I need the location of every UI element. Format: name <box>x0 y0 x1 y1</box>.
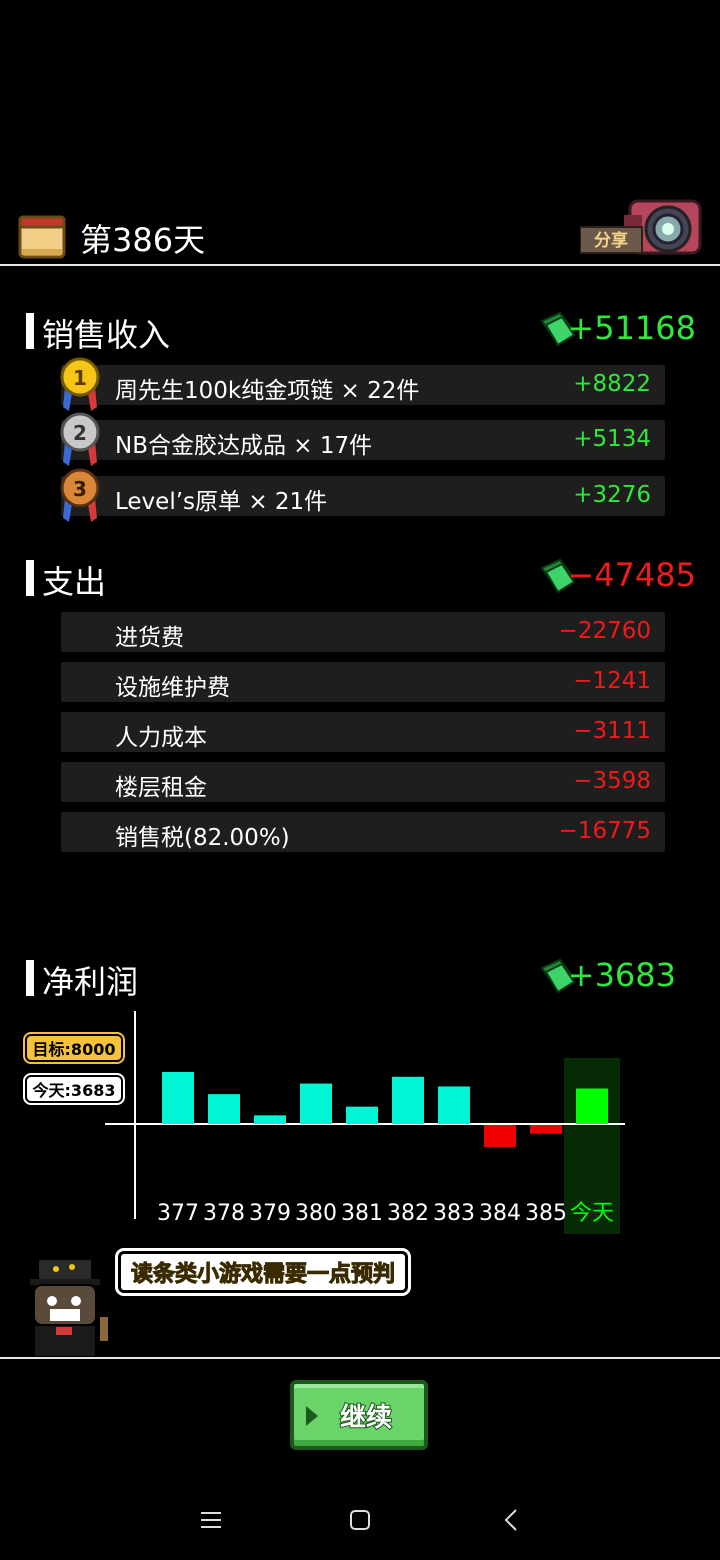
sales-total: +51168 <box>567 309 696 347</box>
calendar-icon <box>18 215 66 259</box>
sales-section-header: 销售收入 +51168 <box>26 309 696 354</box>
sales-row-3: 3 Level’s原单 × 21件 +3276 <box>60 468 665 522</box>
expense-label: 楼层租金 <box>115 775 207 801</box>
x-tick-label: 382 <box>387 1201 429 1226</box>
footer-divider <box>0 1357 720 1359</box>
chart-bar <box>346 1106 378 1124</box>
profit-chart: 目标:8000 今天:3683 377 378 379 380 381 382 383 384… <box>0 1005 720 1245</box>
expense-label: 设施维护费 <box>115 675 230 701</box>
mascot-cat-icon <box>30 1258 108 1358</box>
profit-chart-svg: 377 378 379 380 381 382 383 384 385 今天 <box>105 1011 625 1234</box>
chart-bar <box>254 1115 286 1124</box>
expense-row: 销售税(82.00%) −16775 <box>61 812 665 852</box>
expenses-total: −47485 <box>567 556 696 594</box>
sales-item-value: +3276 <box>573 482 651 508</box>
home-icon[interactable] <box>340 1500 380 1540</box>
expense-row: 设施维护费 −1241 <box>61 662 665 702</box>
expenses-title: 支出 <box>42 563 107 601</box>
sales-row-2: 2 NB合金胶达成品 × 17件 +5134 <box>60 412 665 466</box>
chart-bar <box>162 1072 194 1124</box>
chart-bar <box>208 1094 240 1124</box>
header-divider <box>0 264 720 266</box>
sales-item-value: +5134 <box>573 426 651 452</box>
day-header: 第386天 分享 <box>0 199 720 267</box>
chart-bar <box>576 1088 608 1124</box>
x-tick-label: 381 <box>341 1201 383 1226</box>
section-marker <box>26 313 34 349</box>
chart-bar <box>392 1076 424 1124</box>
sales-item-label: NB合金胶达成品 × 17件 <box>115 433 373 459</box>
sales-item-value: +8822 <box>573 371 651 397</box>
expense-label: 销售税(82.00%) <box>115 825 290 851</box>
sales-title: 销售收入 <box>42 316 171 354</box>
expenses-section-header: 支出 −47485 <box>26 556 696 601</box>
sales-item-label: 周先生100k纯金项链 × 22件 <box>115 378 420 404</box>
tip-text: 读条类小游戏需要一点预判 <box>130 1262 396 1288</box>
menu-icon[interactable] <box>191 1500 231 1540</box>
day-title: 第386天 <box>80 221 206 259</box>
expense-value: −3111 <box>573 718 651 744</box>
svg-text:3: 3 <box>73 477 87 501</box>
expense-value: −3598 <box>573 768 651 794</box>
chart-bar <box>530 1125 562 1134</box>
expense-row: 楼层租金 −3598 <box>61 762 665 802</box>
sales-item-label: Level’s原单 × 21件 <box>115 489 328 515</box>
continue-button[interactable]: 继续 <box>290 1380 428 1450</box>
x-tick-label: 379 <box>249 1201 291 1226</box>
tip-bubble: 读条类小游戏需要一点预判 <box>114 1248 412 1296</box>
chart-bar <box>438 1086 470 1124</box>
x-tick-label: 378 <box>203 1201 245 1226</box>
expense-value: −1241 <box>573 668 651 694</box>
bronze-medal-icon: 3 <box>60 468 100 522</box>
profit-title: 净利润 <box>42 963 139 1001</box>
expense-row: 进货费 −22760 <box>61 612 665 652</box>
expense-row: 人力成本 −3111 <box>61 712 665 752</box>
system-nav-bar <box>0 1480 720 1560</box>
profit-total: +3683 <box>567 956 676 994</box>
silver-medal-icon: 2 <box>60 412 100 466</box>
x-tick-label: 377 <box>157 1201 199 1226</box>
x-tick-label: 380 <box>295 1201 337 1226</box>
profit-section-header: 净利润 +3683 <box>26 956 696 1001</box>
play-arrow-icon <box>306 1406 318 1426</box>
gold-medal-icon: 1 <box>60 357 100 411</box>
chart-bar <box>484 1125 516 1148</box>
expense-label: 人力成本 <box>115 725 207 751</box>
share-label: 分享 <box>594 230 628 251</box>
expense-value: −22760 <box>558 618 651 644</box>
continue-label: 继续 <box>339 1402 393 1434</box>
x-tick-label: 383 <box>433 1201 475 1226</box>
x-tick-label: 今天 <box>570 1201 614 1226</box>
expense-label: 进货费 <box>115 625 184 651</box>
x-tick-label: 384 <box>479 1201 521 1226</box>
sales-row-1: 1 周先生100k纯金项链 × 22件 +8822 <box>60 357 665 411</box>
expense-value: −16775 <box>558 818 651 844</box>
svg-text:2: 2 <box>73 421 87 445</box>
svg-text:1: 1 <box>73 366 87 390</box>
section-marker <box>26 560 34 596</box>
section-marker <box>26 960 34 996</box>
x-tick-label: 385 <box>525 1201 567 1226</box>
share-camera-button[interactable]: 分享 <box>580 195 704 257</box>
back-icon[interactable] <box>492 1500 532 1540</box>
chart-bar <box>300 1083 332 1124</box>
